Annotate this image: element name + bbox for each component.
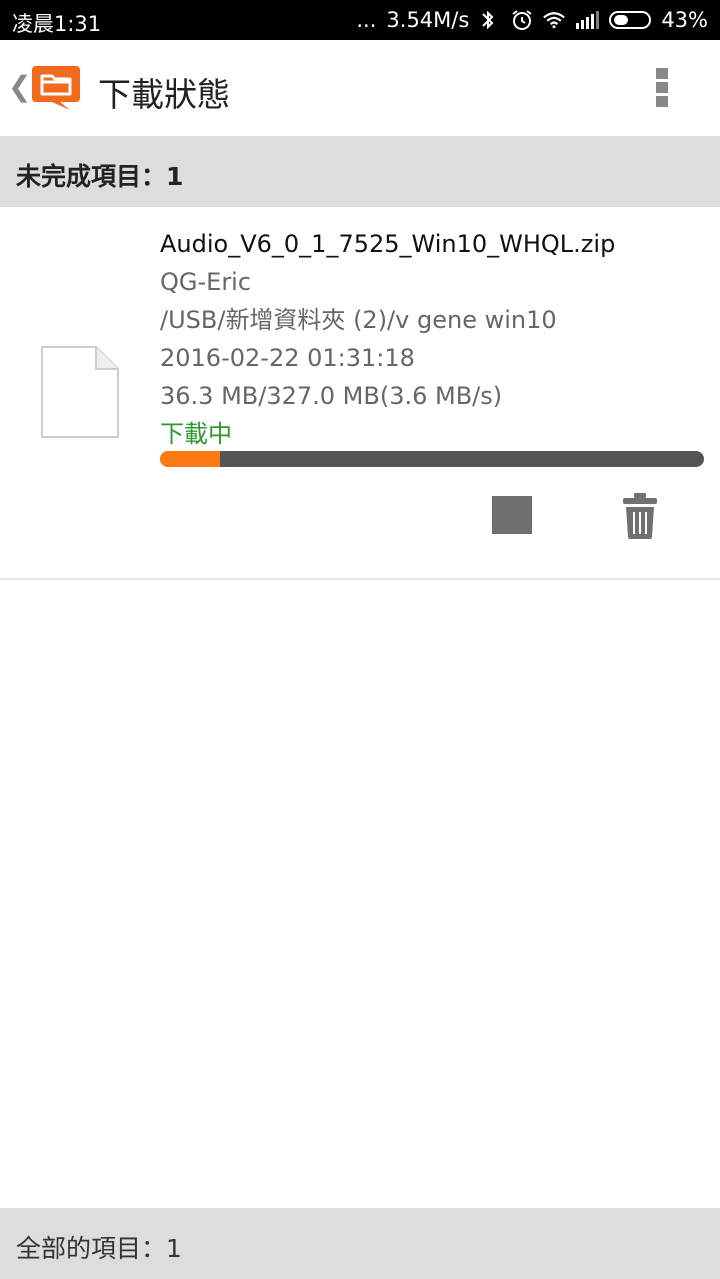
alarm-icon: [511, 9, 533, 31]
all-items-label: 全部的項目：1: [16, 1234, 182, 1263]
incomplete-items-label: 未完成項目：1: [16, 162, 184, 191]
battery-percent: 43%: [661, 8, 708, 32]
status-bar: 凌晨1:31 ... 3.54M/s 43%: [0, 0, 720, 40]
more-vertical-icon[interactable]: [656, 68, 668, 108]
download-progress-bar: [160, 451, 704, 467]
file-icon: [40, 345, 120, 439]
trash-icon: [620, 493, 660, 544]
app-bar: ❮ 下載狀態: [0, 40, 720, 136]
stop-button[interactable]: [492, 496, 532, 534]
download-status: 下載中: [160, 420, 232, 448]
network-speed: 3.54M/s: [386, 8, 470, 32]
size-progress: 36.3 MB/327.0 MB(3.6 MB/s): [160, 382, 503, 410]
status-time: 凌晨1:31: [12, 12, 102, 36]
download-datetime: 2016-02-22 01:31:18: [160, 344, 415, 372]
file-name: Audio_V6_0_1_7525_Win10_WHQL.zip: [160, 230, 616, 258]
file-path: /USB/新增資料夾 (2)/v gene win10: [160, 306, 557, 334]
bluetooth-icon: [479, 9, 501, 31]
status-dots: ...: [356, 8, 377, 32]
source-name: QG-Eric: [160, 268, 252, 296]
download-item-details: Audio_V6_0_1_7525_Win10_WHQL.zip QG-Eric…: [160, 225, 705, 453]
battery-icon: [609, 11, 652, 29]
chevron-left-icon[interactable]: ❮: [8, 70, 31, 103]
page-title: 下載狀態: [98, 75, 230, 114]
status-right-group: ... 3.54M/s 43%: [356, 8, 708, 32]
wifi-icon: [543, 9, 566, 31]
list-divider: [0, 578, 720, 580]
signal-icon: [575, 11, 600, 29]
all-items-footer: 全部的項目：1: [0, 1208, 720, 1279]
incomplete-items-header: 未完成項目：1: [0, 136, 720, 207]
download-progress-fill: [160, 451, 221, 467]
download-item[interactable]: Audio_V6_0_1_7525_Win10_WHQL.zip QG-Eric…: [0, 207, 720, 579]
delete-button[interactable]: [620, 491, 660, 541]
folder-chat-logo-icon[interactable]: [30, 60, 82, 112]
